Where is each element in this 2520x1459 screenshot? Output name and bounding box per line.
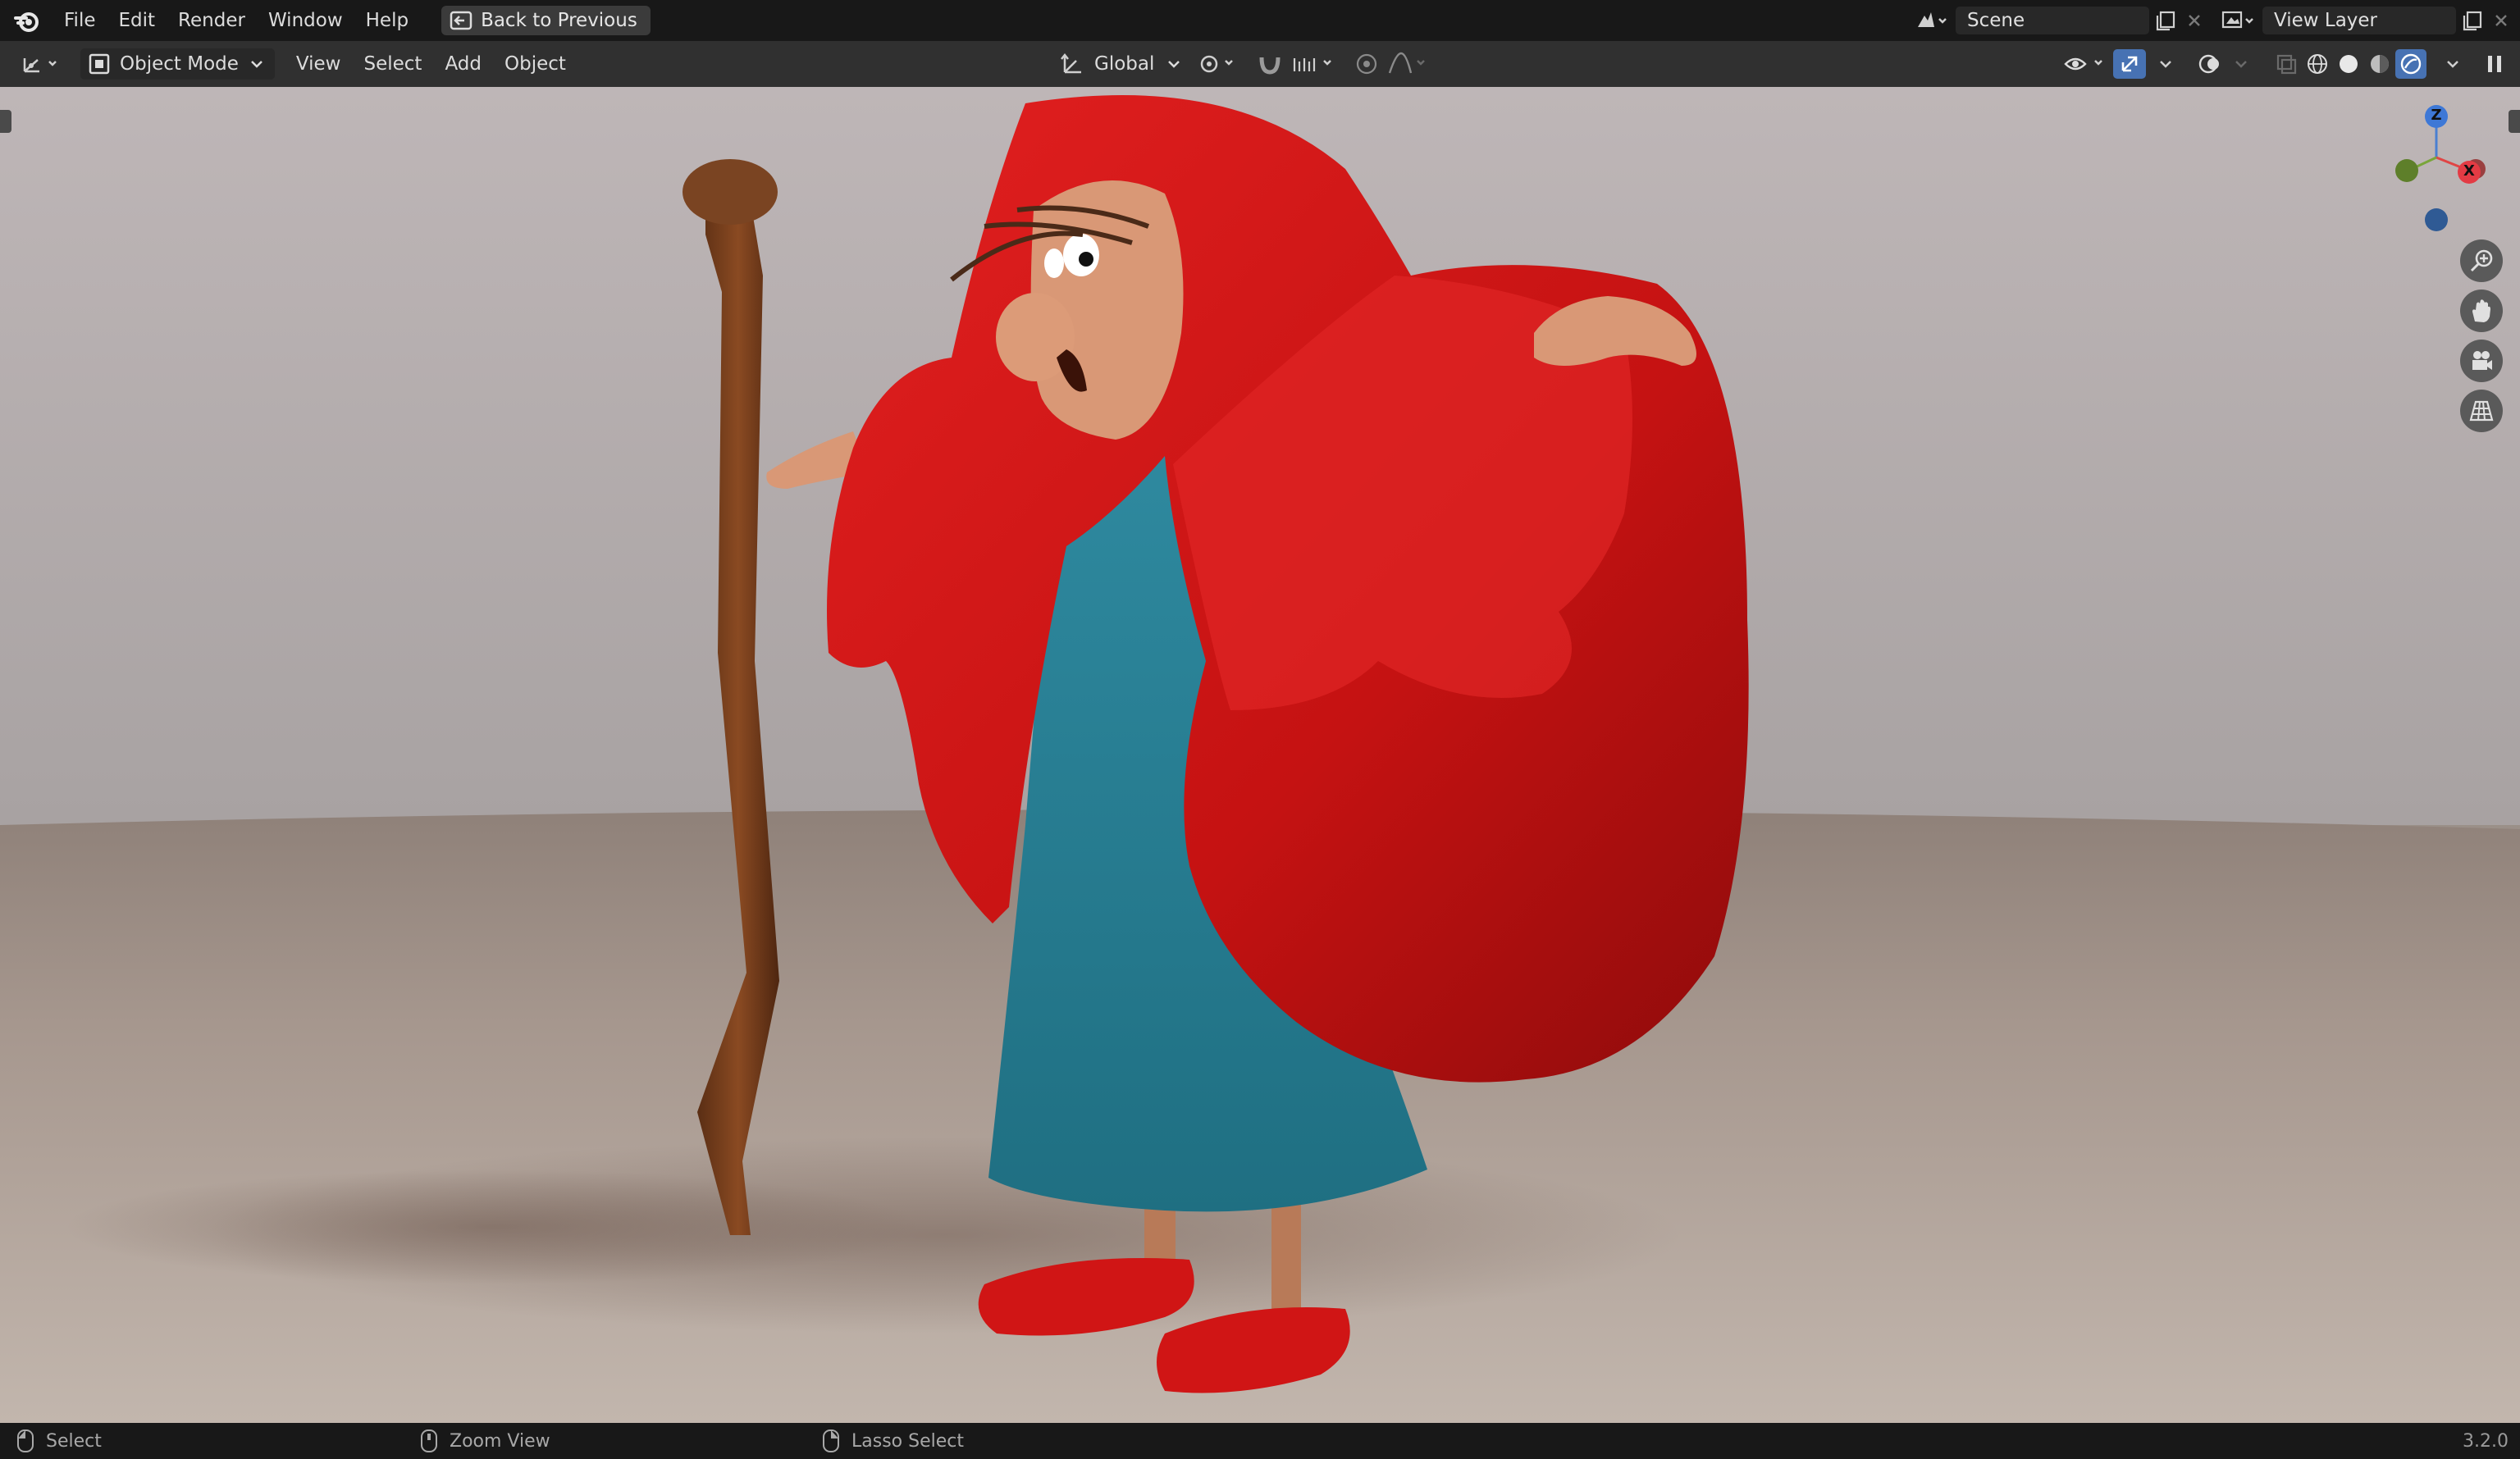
- status-lasso-label: Lasso Select: [851, 1430, 964, 1452]
- close-icon: [2189, 15, 2200, 26]
- status-lasso: Lasso Select: [822, 1429, 964, 1453]
- shading-material-button[interactable]: [2364, 48, 2395, 80]
- menu-edit[interactable]: Edit: [107, 0, 167, 41]
- status-zoom: Zoom View: [420, 1429, 550, 1453]
- chevron-down-icon: [2447, 61, 2458, 68]
- status-bar: Select Zoom View Lasso Select 3.2.0: [0, 1423, 2520, 1459]
- eye-icon: [2064, 57, 2102, 71]
- shading-wireframe-button[interactable]: [2302, 48, 2333, 80]
- menu-render[interactable]: Render: [167, 0, 257, 41]
- gizmo-arrow-icon: [2121, 56, 2138, 72]
- mode-label: Object Mode: [120, 53, 239, 75]
- menu-file[interactable]: File: [52, 0, 107, 41]
- toolbar-toggle-arrow[interactable]: [0, 110, 11, 133]
- transform-orientation-dropdown[interactable]: Global: [1050, 48, 1190, 80]
- axis-editor-icon: [23, 58, 57, 73]
- gizmo-x-label: X: [2463, 162, 2475, 180]
- viewport-header: Object Mode View Select Add Object Globa…: [0, 41, 2520, 87]
- new-scene-button[interactable]: [2149, 7, 2182, 34]
- mode-dropdown[interactable]: Object Mode: [80, 48, 275, 80]
- status-zoom-label: Zoom View: [450, 1430, 550, 1452]
- shading-solid-button[interactable]: [2333, 48, 2364, 80]
- solid-sphere-icon: [2340, 55, 2358, 73]
- delete-view-layer-button[interactable]: [2489, 7, 2513, 34]
- camera-view-button[interactable]: [2460, 340, 2503, 382]
- gizmo-dropdown[interactable]: [2149, 48, 2182, 80]
- xray-icon: [2276, 54, 2297, 75]
- overlays-dropdown[interactable]: [2225, 48, 2258, 80]
- chevron-down-icon: [1168, 61, 1180, 68]
- new-view-layer-button[interactable]: [2456, 7, 2489, 34]
- object-mode-icon: [89, 53, 110, 75]
- gizmo-y-negative-handle[interactable]: [2395, 159, 2418, 182]
- hand-icon: [2472, 299, 2490, 322]
- zoom-view-button[interactable]: [2460, 239, 2503, 282]
- magnet-icon: [1259, 57, 1281, 75]
- blender-logo-icon[interactable]: [13, 7, 41, 34]
- scene-name: Scene: [1967, 10, 2025, 31]
- snap-target-dropdown[interactable]: [1281, 48, 1349, 80]
- editor-type-button[interactable]: [11, 48, 72, 80]
- xray-toggle[interactable]: [2266, 48, 2307, 80]
- status-select-label: Select: [46, 1430, 102, 1452]
- snap-increment-icon: [1293, 58, 1331, 71]
- pause-icon: [2488, 56, 2501, 72]
- gizmo-z-negative-handle[interactable]: [2425, 208, 2448, 231]
- back-to-previous-label: Back to Previous: [481, 10, 637, 31]
- shading-rendered-button[interactable]: [2395, 49, 2426, 79]
- shading-dropdown[interactable]: [2436, 48, 2469, 80]
- falloff-curve-icon: [1388, 52, 1425, 74]
- wireframe-sphere-icon: [2308, 54, 2327, 74]
- scene-name-field[interactable]: Scene: [1956, 7, 2149, 34]
- scene-layer-controls: Scene View Layer: [1908, 0, 2513, 41]
- 3d-viewport[interactable]: Z X: [0, 87, 2520, 1423]
- pan-view-button[interactable]: [2460, 290, 2503, 332]
- pivot-point-dropdown[interactable]: [1189, 48, 1252, 80]
- view-layer-name: View Layer: [2274, 10, 2378, 31]
- gizmo-toggle[interactable]: [2113, 49, 2146, 79]
- view-layer-icon: [2221, 11, 2253, 29]
- delete-scene-button[interactable]: [2182, 7, 2207, 34]
- copy-icon: [2156, 11, 2175, 31]
- back-screen-icon: [450, 11, 472, 30]
- zoom-magnifier-icon: [2470, 249, 2493, 272]
- grid-perspective-icon: [2469, 400, 2494, 422]
- menu-help[interactable]: Help: [354, 0, 420, 41]
- chevron-down-icon: [2160, 61, 2171, 68]
- orientation-label: Global: [1094, 53, 1155, 75]
- top-bar: File Edit Render Window Help Back to Pre…: [0, 0, 2520, 41]
- chevron-down-icon: [251, 61, 262, 68]
- camera-icon: [2472, 351, 2492, 370]
- view-layer-browse-button[interactable]: [2213, 7, 2262, 34]
- material-sphere-icon: [2371, 55, 2389, 73]
- mouse-middle-icon: [421, 1429, 437, 1452]
- pause-render-button[interactable]: [2474, 48, 2515, 80]
- header-menu-add[interactable]: Add: [436, 48, 490, 80]
- gizmo-z-label: Z: [2431, 107, 2442, 124]
- scene-icon: [1918, 12, 1947, 27]
- chevron-down-icon: [2235, 61, 2247, 68]
- global-orientation-icon: [1061, 52, 1081, 74]
- scene-browse-button[interactable]: [1908, 7, 1956, 34]
- rendered-sphere-icon: [2400, 53, 2422, 75]
- proportional-icon: [1356, 53, 1377, 75]
- header-menu-object[interactable]: Object: [496, 48, 574, 80]
- close-icon: [2495, 15, 2507, 26]
- mouse-right-icon: [823, 1429, 839, 1452]
- proportional-falloff-dropdown[interactable]: [1378, 48, 1440, 80]
- status-select: Select: [16, 1429, 102, 1453]
- menu-window[interactable]: Window: [257, 0, 354, 41]
- header-menu-select[interactable]: Select: [355, 48, 430, 80]
- header-menu-view[interactable]: View: [288, 48, 349, 80]
- copy-icon: [2463, 11, 2482, 31]
- back-to-previous-button[interactable]: Back to Previous: [441, 6, 651, 35]
- perspective-toggle-button[interactable]: [2460, 390, 2503, 432]
- mouse-left-icon: [17, 1429, 34, 1452]
- sidebar-toggle-arrow[interactable]: [2509, 110, 2520, 133]
- rendered-scene: [0, 87, 2520, 1423]
- version-label: 3.2.0: [2463, 1430, 2509, 1452]
- view-layer-name-field[interactable]: View Layer: [2262, 7, 2456, 34]
- visibility-dropdown[interactable]: [2054, 48, 2118, 80]
- pivot-icon: [1200, 55, 1233, 73]
